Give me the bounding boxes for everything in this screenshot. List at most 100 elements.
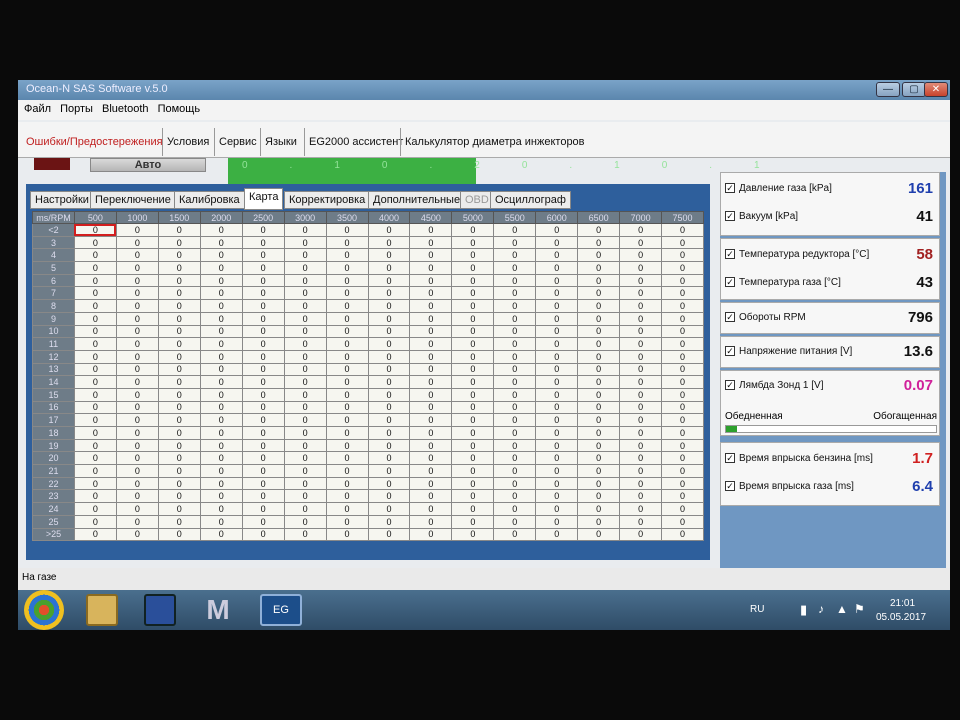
map-cell[interactable]: 0	[325, 387, 369, 402]
map-cell[interactable]: 0	[409, 464, 453, 478]
map-cell[interactable]: 0	[451, 286, 495, 301]
map-cell[interactable]: 0	[199, 413, 243, 427]
map-cell[interactable]: 0	[115, 235, 159, 250]
map-cell[interactable]: 0	[535, 438, 579, 453]
map-cell[interactable]: 0	[367, 438, 411, 453]
map-cell[interactable]: 0	[409, 375, 453, 389]
map-cell[interactable]: 0	[493, 527, 537, 542]
map-cell[interactable]: 0	[325, 248, 369, 263]
map-cell[interactable]: 0	[241, 502, 285, 516]
map-cell[interactable]: 0	[661, 273, 704, 288]
map-cell[interactable]: 0	[577, 451, 621, 466]
map-cell[interactable]: 0	[409, 223, 453, 237]
map-cell[interactable]: 0	[199, 426, 243, 440]
map-cell[interactable]: 0	[157, 337, 201, 351]
check-icon[interactable]: ✓	[725, 312, 735, 322]
map-cell[interactable]: 0	[409, 286, 453, 301]
map-cell[interactable]: 0	[157, 324, 201, 339]
map-cell[interactable]: 0	[325, 311, 369, 326]
map-cell[interactable]: 0	[325, 464, 369, 478]
map-cell[interactable]: 0	[157, 464, 201, 478]
map-cell[interactable]: 0	[409, 502, 453, 516]
map-cell[interactable]: 0	[493, 286, 537, 301]
map-cell[interactable]: 0	[619, 362, 663, 377]
map-cell[interactable]: 0	[157, 400, 201, 415]
language-indicator[interactable]: RU	[750, 604, 764, 615]
map-cell[interactable]: 0	[73, 400, 117, 415]
map-cell[interactable]: 0	[661, 527, 704, 542]
map-cell[interactable]: 0	[451, 502, 495, 516]
map-cell[interactable]: 0	[73, 273, 117, 288]
map-cell[interactable]: 0	[73, 451, 117, 466]
map-cell[interactable]: 0	[241, 299, 285, 313]
map-cell[interactable]: 0	[325, 273, 369, 288]
map-cell[interactable]: 0	[157, 261, 201, 275]
map-cell[interactable]: 0	[619, 324, 663, 339]
map-cell[interactable]: 0	[157, 489, 201, 504]
tab-conditions[interactable]: Условия	[162, 128, 213, 156]
map-cell[interactable]: 0	[451, 527, 495, 542]
map-cell[interactable]: 0	[535, 273, 579, 288]
map-cell[interactable]: 0	[73, 324, 117, 339]
map-cell[interactable]: 0	[241, 286, 285, 301]
map-cell[interactable]: 0	[661, 337, 704, 351]
map-cell[interactable]: 0	[535, 311, 579, 326]
map-cell[interactable]: 0	[199, 451, 243, 466]
map-cell[interactable]: 0	[325, 362, 369, 377]
map-cell[interactable]: 0	[493, 349, 537, 364]
map-cell[interactable]: 0	[619, 400, 663, 415]
map-cell[interactable]: 0	[451, 349, 495, 364]
map-cell[interactable]: 0	[241, 413, 285, 427]
map-cell[interactable]: 0	[577, 248, 621, 263]
map-cell[interactable]: 0	[73, 299, 117, 313]
map-cell[interactable]: 0	[535, 223, 579, 237]
map-cell[interactable]: 0	[619, 387, 663, 402]
map-cell[interactable]: 0	[619, 375, 663, 389]
map-cell[interactable]: 0	[619, 299, 663, 313]
map-cell[interactable]: 0	[325, 451, 369, 466]
map-cell[interactable]: 0	[283, 235, 327, 250]
map-cell[interactable]: 0	[283, 286, 327, 301]
map-cell[interactable]: 0	[409, 451, 453, 466]
map-cell[interactable]: 0	[451, 464, 495, 478]
map-cell[interactable]: 0	[577, 489, 621, 504]
map-cell[interactable]: 0	[409, 273, 453, 288]
close-button[interactable]: ✕	[924, 82, 948, 97]
map-cell[interactable]: 0	[661, 286, 704, 301]
map-cell[interactable]: 0	[115, 286, 159, 301]
map-cell[interactable]: 0	[409, 311, 453, 326]
map-cell[interactable]: 0	[241, 248, 285, 263]
map-cell[interactable]: 0	[535, 476, 579, 491]
map-cell[interactable]: 0	[535, 502, 579, 516]
map-cell[interactable]: 0	[241, 476, 285, 491]
map-cell[interactable]: 0	[283, 324, 327, 339]
map-cell[interactable]: 0	[409, 527, 453, 542]
map-cell[interactable]: 0	[451, 476, 495, 491]
map-cell[interactable]: 0	[115, 337, 159, 351]
map-cell[interactable]: 0	[367, 464, 411, 478]
map-cell[interactable]: 0	[325, 527, 369, 542]
map-cell[interactable]: 0	[241, 527, 285, 542]
map-cell[interactable]: 0	[157, 235, 201, 250]
map-cell[interactable]: 0	[199, 299, 243, 313]
map-cell[interactable]: 0	[199, 514, 243, 529]
map-cell[interactable]: 0	[493, 387, 537, 402]
map-cell[interactable]: 0	[115, 413, 159, 427]
map-cell[interactable]: 0	[283, 527, 327, 542]
map-cell[interactable]: 0	[367, 248, 411, 263]
map-cell[interactable]: 0	[493, 248, 537, 263]
map-cell[interactable]: 0	[157, 438, 201, 453]
map-cell[interactable]: 0	[115, 375, 159, 389]
map-cell[interactable]: 0	[535, 464, 579, 478]
map-cell[interactable]: 0	[409, 387, 453, 402]
map-cell[interactable]: 0	[115, 299, 159, 313]
map-cell[interactable]: 0	[535, 261, 579, 275]
folder-icon[interactable]	[86, 594, 118, 626]
map-cell[interactable]: 0	[577, 362, 621, 377]
subtab-map[interactable]: Карта	[244, 188, 284, 210]
map-cell[interactable]: 0	[535, 324, 579, 339]
map-cell[interactable]: 0	[115, 426, 159, 440]
map-cell[interactable]: 0	[325, 413, 369, 427]
map-cell[interactable]: 0	[409, 261, 453, 275]
map-cell[interactable]: 0	[199, 489, 243, 504]
